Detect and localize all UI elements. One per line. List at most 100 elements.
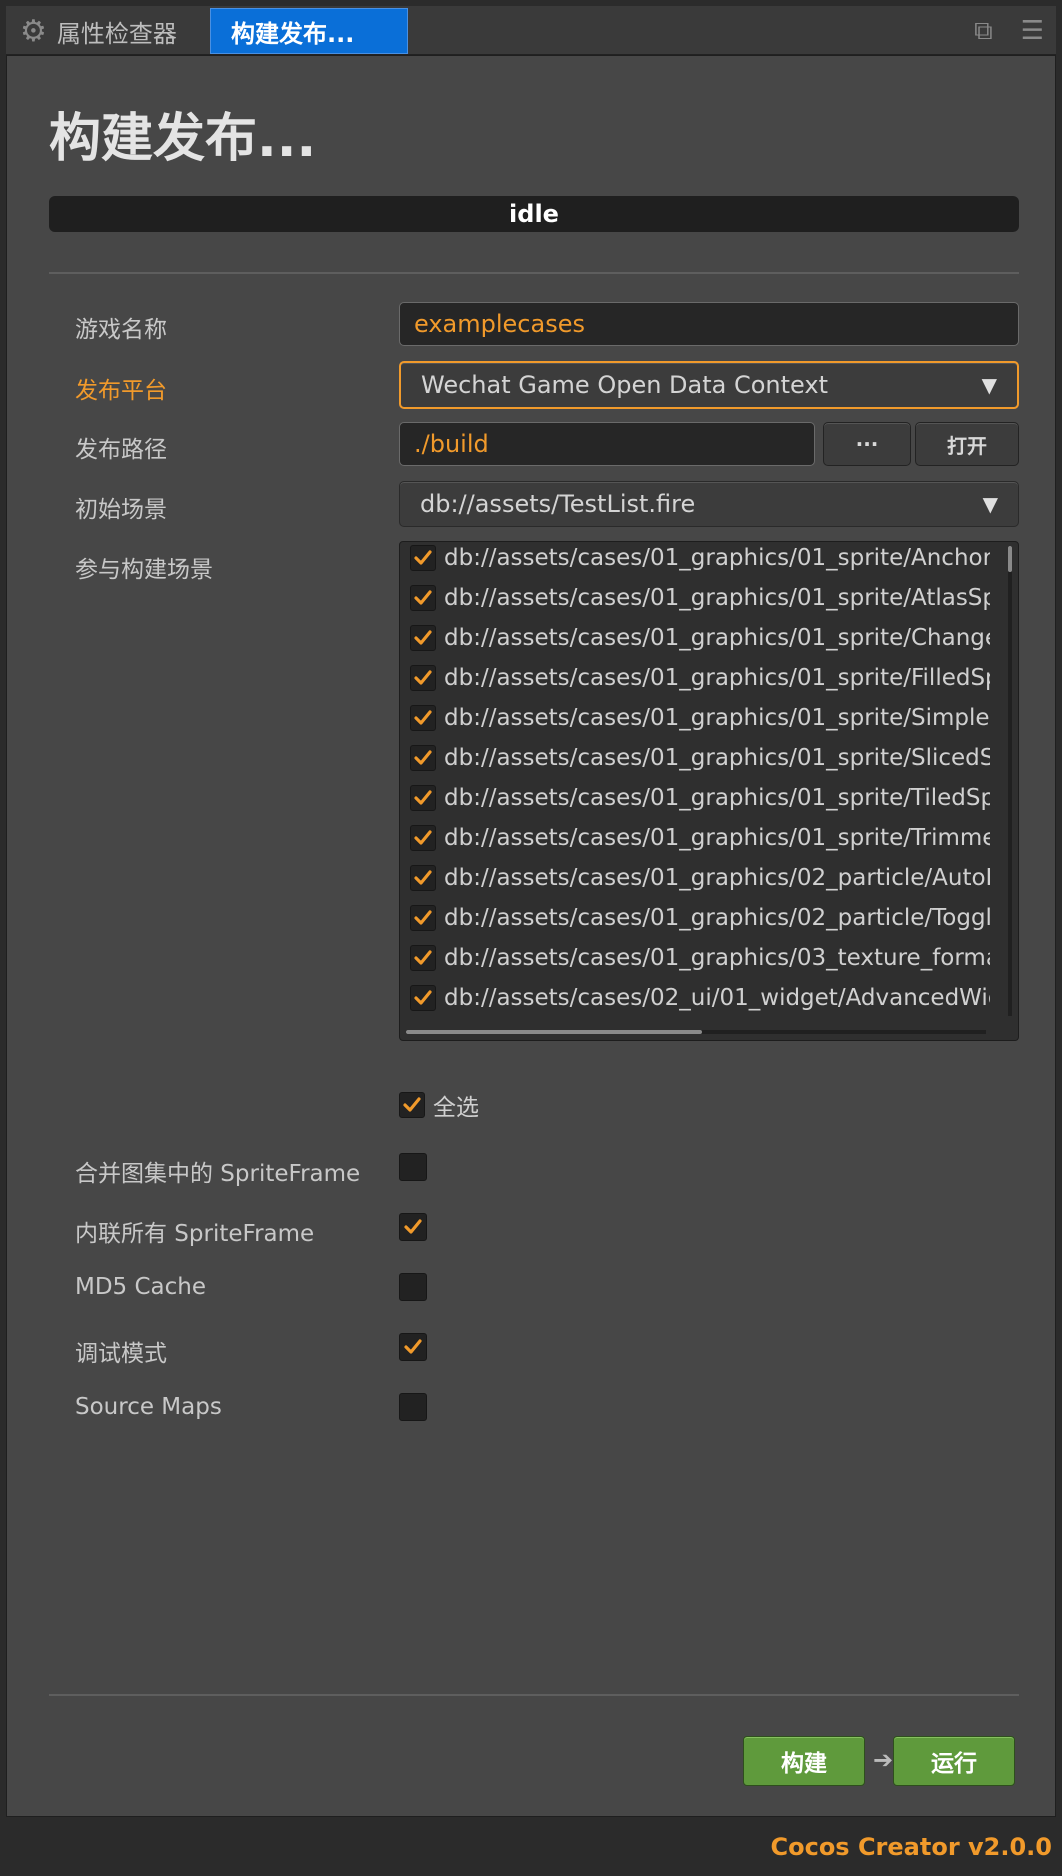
checkmark-icon <box>414 790 432 805</box>
path-value: ./build <box>414 430 489 458</box>
scene-row[interactable]: db://assets/cases/02_ui/01_widget/Advanc… <box>410 980 990 1016</box>
option-label: 合并图集中的 SpriteFrame <box>75 1161 361 1187</box>
horizontal-scrollbar-thumb[interactable] <box>406 1030 702 1034</box>
select-all[interactable]: 全选 <box>399 1088 479 1122</box>
select-all-checkbox[interactable] <box>399 1092 425 1118</box>
checkmark-icon <box>414 550 432 565</box>
option-checkbox[interactable] <box>399 1153 427 1181</box>
scene-checkbox[interactable] <box>410 905 436 931</box>
option-label: 内联所有 SpriteFrame <box>75 1221 315 1247</box>
divider-top <box>49 272 1019 274</box>
tab-bar: ⚙ 属性检查器 构建发布... ⧉ ☰ <box>6 6 1056 55</box>
scene-checkbox[interactable] <box>410 625 436 651</box>
menu-icon[interactable]: ☰ <box>1021 16 1044 47</box>
scene-row[interactable]: db://assets/cases/01_graphics/02_particl… <box>410 900 990 936</box>
run-button[interactable]: 运行 <box>893 1736 1015 1786</box>
scene-path: db://assets/cases/01_graphics/02_particl… <box>444 905 990 931</box>
vertical-scrollbar-thumb[interactable] <box>1008 546 1012 572</box>
scene-row[interactable]: db://assets/cases/01_graphics/01_sprite/… <box>410 542 990 576</box>
tab-build-label: 构建发布... <box>231 19 355 48</box>
scene-checkbox[interactable] <box>410 665 436 691</box>
checkmark-icon <box>414 910 432 925</box>
browse-button[interactable]: ··· <box>823 422 911 466</box>
scene-path: db://assets/cases/01_graphics/02_particl… <box>444 865 990 891</box>
status-text: idle <box>509 200 559 228</box>
start-scene-label: 初始场景 <box>75 497 167 523</box>
platform-select[interactable]: Wechat Game Open Data Context ▼ <box>399 361 1019 409</box>
platform-label: 发布平台 <box>75 378 167 404</box>
scene-row[interactable]: db://assets/cases/01_graphics/01_sprite/… <box>410 700 990 736</box>
option-checkbox[interactable] <box>399 1213 427 1241</box>
scene-checkbox[interactable] <box>410 785 436 811</box>
option-label: Source Maps <box>75 1394 222 1420</box>
option-checkbox[interactable] <box>399 1333 427 1361</box>
scene-checkbox[interactable] <box>410 705 436 731</box>
scene-row[interactable]: db://assets/cases/01_graphics/01_sprite/… <box>410 780 990 816</box>
option-checkbox[interactable] <box>399 1393 427 1421</box>
scene-row[interactable]: db://assets/cases/01_graphics/01_sprite/… <box>410 580 990 616</box>
tab-inspector-label: 属性检查器 <box>56 19 177 48</box>
open-button[interactable]: 打开 <box>915 422 1019 466</box>
checkmark-icon <box>403 1097 421 1112</box>
popout-icon[interactable]: ⧉ <box>974 16 993 47</box>
scene-path: db://assets/cases/01_graphics/01_sprite/… <box>444 545 990 571</box>
scene-checkbox[interactable] <box>410 985 436 1011</box>
dropdown-arrow-icon: ▼ <box>981 373 997 397</box>
page-title: 构建发布... <box>49 109 317 169</box>
vertical-scrollbar-track <box>1008 546 1012 1016</box>
scene-checkbox[interactable] <box>410 545 436 571</box>
checkmark-icon <box>414 990 432 1005</box>
option-label: 调试模式 <box>75 1341 167 1367</box>
status-bar: idle <box>49 196 1019 232</box>
tab-build[interactable]: 构建发布... <box>210 8 408 54</box>
arrow-right-icon: ➔ <box>873 1746 894 1774</box>
scene-checkbox[interactable] <box>410 585 436 611</box>
scene-row[interactable]: db://assets/cases/01_graphics/02_particl… <box>410 860 990 896</box>
scene-path: db://assets/cases/01_graphics/01_sprite/… <box>444 825 990 851</box>
game-name-input[interactable]: examplecases <box>399 302 1019 346</box>
scene-checkbox[interactable] <box>410 945 436 971</box>
gear-icon: ⚙ <box>20 13 47 49</box>
scene-path: db://assets/cases/01_graphics/03_texture… <box>444 945 990 971</box>
tab-inspector[interactable]: ⚙ 属性检查器 <box>20 8 177 54</box>
scene-list[interactable]: db://assets/cases/01_graphics/01_sprite/… <box>399 541 1019 1041</box>
checkmark-icon <box>414 630 432 645</box>
path-label: 发布路径 <box>75 437 167 463</box>
option-checkbox[interactable] <box>399 1273 427 1301</box>
option-label: MD5 Cache <box>75 1274 207 1300</box>
start-scene-select[interactable]: db://assets/TestList.fire ▼ <box>399 481 1019 527</box>
scene-row[interactable]: db://assets/cases/01_graphics/01_sprite/… <box>410 620 990 656</box>
checkmark-icon <box>414 670 432 685</box>
scene-checkbox[interactable] <box>410 745 436 771</box>
build-panel: 构建发布... idle 游戏名称 examplecases 发布平台 Wech… <box>6 55 1056 1817</box>
path-input[interactable]: ./build <box>399 422 815 466</box>
scene-path: db://assets/cases/01_graphics/01_sprite/… <box>444 785 990 811</box>
tab-tools: ⧉ ☰ <box>974 16 1044 47</box>
scene-row[interactable]: db://assets/cases/01_graphics/01_sprite/… <box>410 660 990 696</box>
divider-bottom <box>49 1694 1019 1696</box>
platform-value: Wechat Game Open Data Context <box>421 371 829 399</box>
checkmark-icon <box>414 950 432 965</box>
checkmark-icon <box>414 590 432 605</box>
game-name-value: examplecases <box>414 310 585 338</box>
scene-row[interactable]: db://assets/cases/01_graphics/01_sprite/… <box>410 820 990 856</box>
select-all-label: 全选 <box>433 1095 479 1121</box>
scene-row[interactable]: db://assets/cases/01_graphics/01_sprite/… <box>410 740 990 776</box>
scene-checkbox[interactable] <box>410 825 436 851</box>
scene-path: db://assets/cases/01_graphics/01_sprite/… <box>444 745 990 771</box>
build-button[interactable]: 构建 <box>743 1736 865 1786</box>
dropdown-arrow-icon: ▼ <box>982 492 998 516</box>
start-scene-value: db://assets/TestList.fire <box>420 490 696 518</box>
scene-path: db://assets/cases/02_ui/01_widget/Advanc… <box>444 985 990 1011</box>
scene-row[interactable]: db://assets/cases/01_graphics/03_texture… <box>410 940 990 976</box>
game-name-label: 游戏名称 <box>75 317 167 343</box>
checkmark-icon <box>404 1339 422 1354</box>
scene-list-viewport: db://assets/cases/01_graphics/01_sprite/… <box>400 542 990 1022</box>
checkmark-icon <box>404 1219 422 1234</box>
brand-label: Cocos Creator v2.0.0 <box>770 1833 1052 1861</box>
checkmark-icon <box>414 870 432 885</box>
checkmark-icon <box>414 750 432 765</box>
scene-checkbox[interactable] <box>410 865 436 891</box>
scene-path: db://assets/cases/01_graphics/01_sprite/… <box>444 585 990 611</box>
scenes-label: 参与构建场景 <box>75 557 213 583</box>
